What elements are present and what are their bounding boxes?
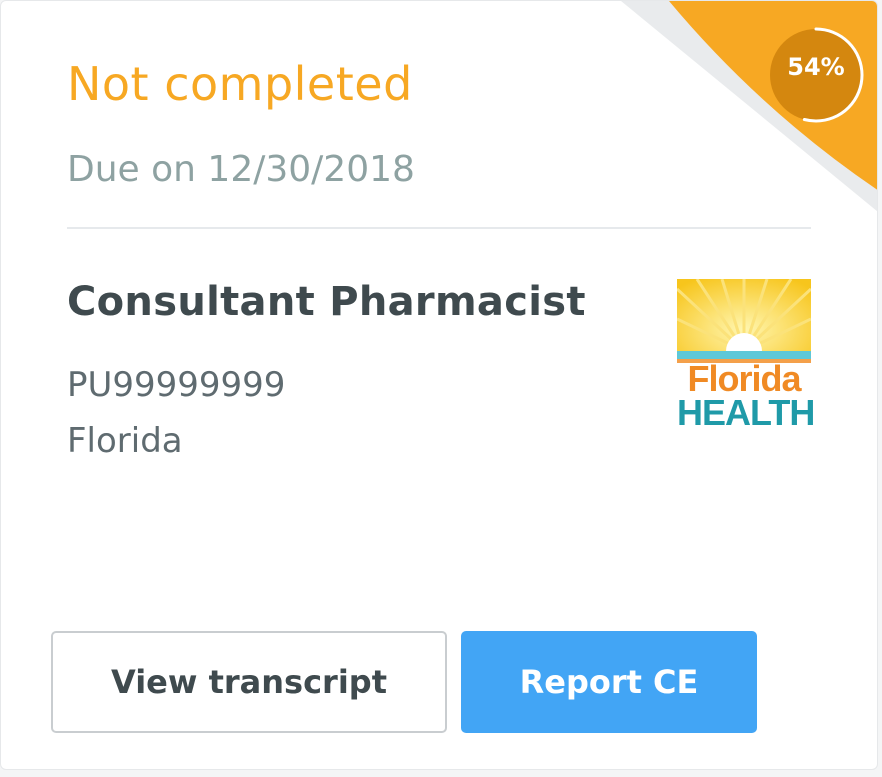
license-card: 54% Not completed Due on 12/30/2018 Cons… (0, 0, 878, 770)
license-state: Florida (67, 421, 183, 461)
progress-percent-label: 54% (787, 53, 845, 81)
due-date: Due on 12/30/2018 (67, 149, 415, 190)
license-title: Consultant Pharmacist (67, 279, 586, 325)
corner-shadow-shape (621, 1, 877, 212)
license-number: PU99999999 (67, 365, 286, 405)
florida-health-logo: Florida HEALTH (675, 278, 815, 433)
view-transcript-button[interactable]: View transcript (51, 631, 447, 733)
report-ce-button[interactable]: Report CE (461, 631, 757, 733)
completion-status: Not completed (67, 57, 413, 111)
divider (67, 227, 811, 229)
logo-health-text: HEALTH (677, 392, 815, 433)
